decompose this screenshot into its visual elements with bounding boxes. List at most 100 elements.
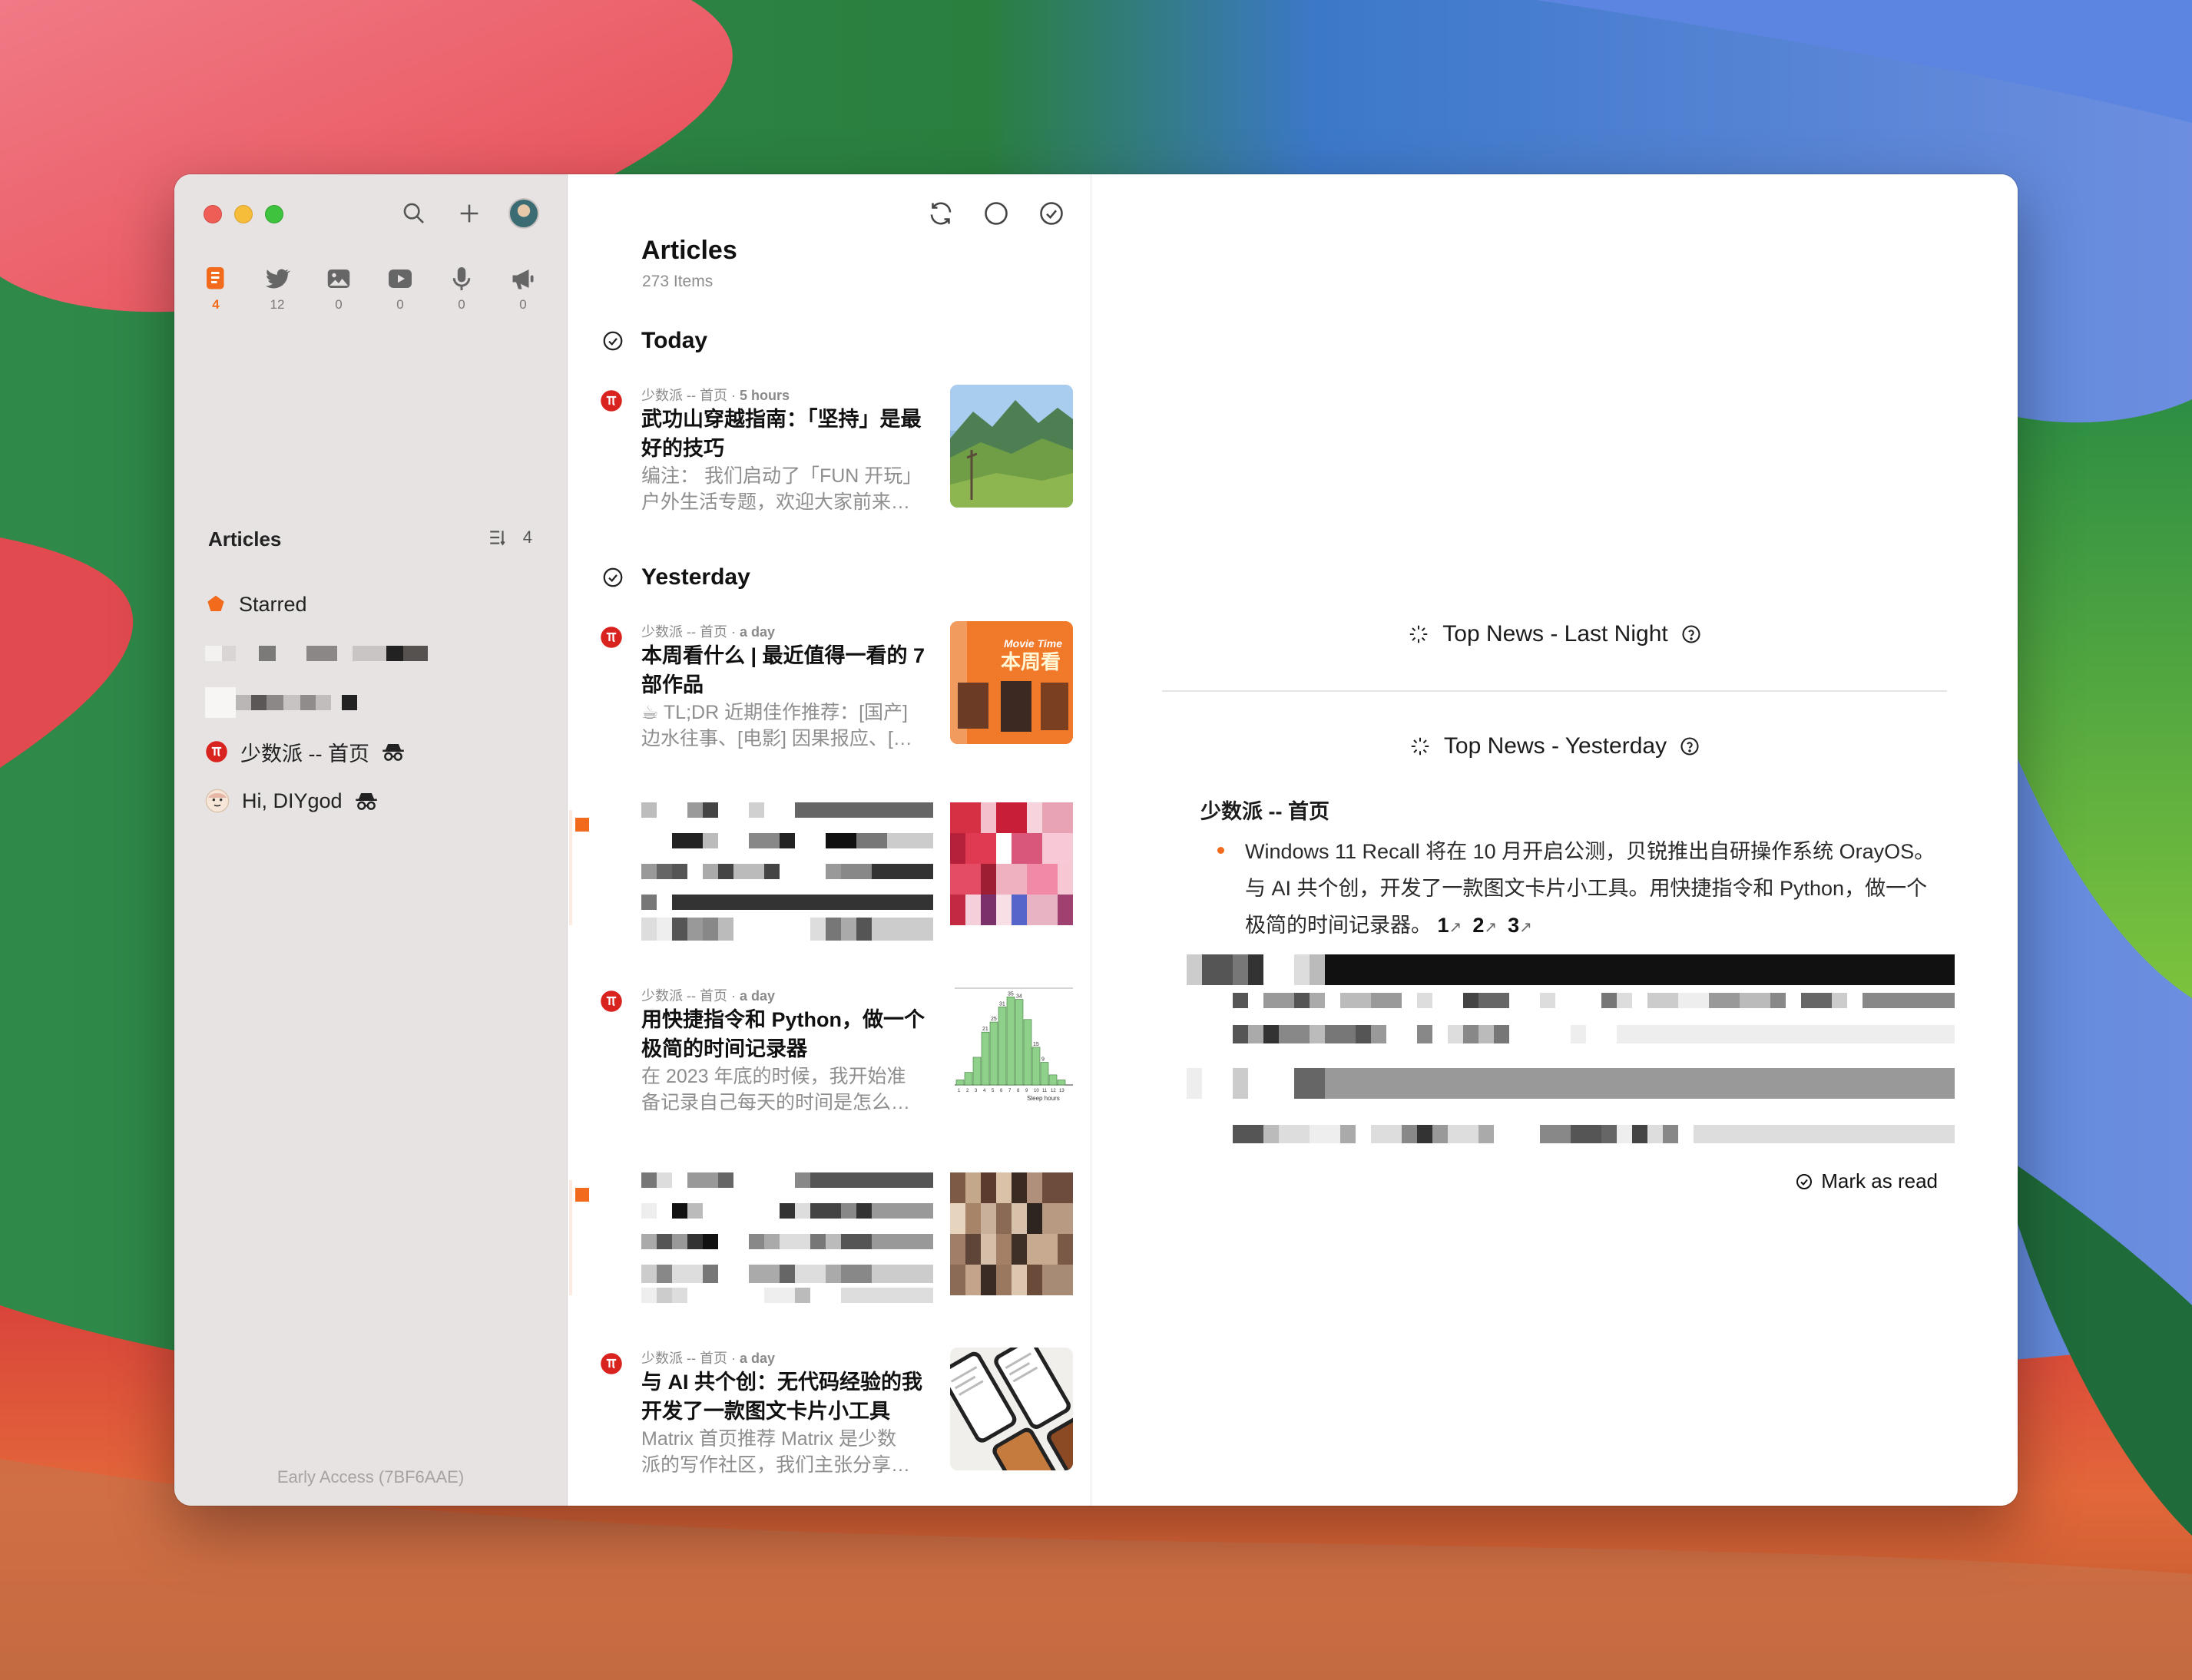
histogram-bar-label: 15 <box>1033 1042 1039 1047</box>
check-circle-icon <box>1796 1173 1813 1189</box>
search-button[interactable] <box>398 197 430 230</box>
avatar[interactable] <box>508 198 539 229</box>
histogram-bar <box>998 1007 1007 1086</box>
top-news-last-night-header[interactable]: Top News - Last Night <box>1091 621 2018 647</box>
circle-icon <box>985 202 1008 225</box>
sidebar-item-starred[interactable]: Starred <box>205 580 543 629</box>
view-audio[interactable]: 0 <box>445 265 478 313</box>
histogram-thumbnail: 1 2 3214255316357348 91510911 12 13 Sleep hou… <box>955 987 1073 1102</box>
histogram-tick-label: 11 <box>1042 1089 1048 1093</box>
zoom-window-button[interactable] <box>265 205 283 223</box>
list-bullet <box>1217 847 1224 854</box>
entry-meta: 少数派 -- 首页 · a day <box>641 1351 776 1366</box>
group-header-yesterday[interactable]: Yesterday <box>601 564 750 590</box>
window-controls <box>204 205 283 223</box>
sidebar-item-diygod[interactable]: Hi, DIYgod <box>205 776 543 825</box>
entry-meta: 少数派 -- 首页 · 5 hours <box>641 388 790 403</box>
list-title: Articles <box>641 236 737 265</box>
histogram-bar <box>1023 1019 1032 1086</box>
histogram-xlabel: Sleep hours <box>1027 1095 1060 1102</box>
top-news-title: Top News - Yesterday <box>1443 733 1667 759</box>
top-news-title: Top News - Last Night <box>1442 621 1668 647</box>
entry-title: 本周看什么 | 最近值得一看的 7 部作品 <box>641 644 925 696</box>
view-social[interactable]: 12 <box>260 265 294 313</box>
close-window-button[interactable] <box>204 205 222 223</box>
redacted-feed-item[interactable] <box>205 678 543 727</box>
histogram-bar <box>1048 1074 1058 1086</box>
histogram-bar-label: 25 <box>991 1017 997 1022</box>
list-filter-icon[interactable] <box>488 527 508 547</box>
histogram-bar-label: 35 <box>1008 991 1014 997</box>
svg-text:Movie Time: Movie Time <box>1004 637 1062 650</box>
redacted-article-entry[interactable] <box>568 1165 1091 1311</box>
sparkle-icon <box>1411 737 1429 756</box>
reference-link[interactable]: 3 <box>1508 914 1519 937</box>
article-entry[interactable]: 少数派 -- 首页 · 5 hours 武功山穿越指南：「坚持」是最好的技巧 编… <box>568 385 1091 523</box>
view-count: 0 <box>396 297 404 312</box>
redacted-feed-item[interactable] <box>205 629 543 678</box>
svg-text:本周看: 本周看 <box>1001 651 1061 674</box>
histogram-bar <box>1015 999 1024 1086</box>
view-count: 12 <box>270 297 285 312</box>
add-feed-button[interactable] <box>453 197 485 230</box>
show-unread-button[interactable] <box>980 197 1012 230</box>
entry-thumbnail: Movie Time 本周看 <box>950 621 1073 744</box>
incognito-icon <box>382 744 404 761</box>
histogram-bar <box>1057 1080 1066 1086</box>
histogram-tick-label: 2 <box>966 1089 969 1093</box>
sspai-logo-icon <box>206 741 227 762</box>
sspai-logo-icon <box>601 390 622 412</box>
view-count: 4 <box>212 297 220 312</box>
reference-link[interactable]: 1 <box>1438 914 1449 937</box>
entry-title: 用快捷指令和 Python，做一个极简的时间记录器 <box>641 1008 925 1060</box>
article-list: Articles 273 Items Today 少数派 -- 首页 · 5 h… <box>568 174 1091 1506</box>
histogram-tick-label: 9 <box>1025 1089 1028 1093</box>
view-pictures[interactable]: 0 <box>322 265 356 313</box>
histogram-bar-label: 31 <box>999 1001 1005 1007</box>
summary-news-item: Windows 11 Recall 将在 10 月开启公测，贝锐推出自研操作系统… <box>1245 833 1936 946</box>
sparkle-icon <box>1410 625 1428 643</box>
unread-count: 4 <box>522 527 532 547</box>
article-entry[interactable]: 少数派 -- 首页 · a day 与 AI 共个创：无代码经验的我开发了一款图… <box>568 1348 1091 1486</box>
sidebar-item-label: Starred <box>239 592 307 616</box>
section-divider <box>1162 690 1947 692</box>
external-link-icon: ↗ <box>1484 919 1498 936</box>
view-notifications[interactable]: 0 <box>506 265 540 313</box>
sidebar: 4 12 0 0 0 0 Articles 4 Starred 少数派 -- 首… <box>174 174 568 1506</box>
group-label: Yesterday <box>641 564 750 590</box>
top-news-yesterday-header[interactable]: Top News - Yesterday <box>1091 733 2018 759</box>
sidebar-item-sspai[interactable]: 少数派 -- 首页 <box>205 727 543 776</box>
histogram-tick-label: 13 <box>1059 1089 1065 1093</box>
histogram-tick-label: 10 <box>1034 1089 1039 1093</box>
redacted-summary-block <box>1187 954 1955 1185</box>
histogram-bar <box>964 1072 973 1086</box>
histogram-bar <box>989 1021 998 1086</box>
summary-feed-name: 少数派 -- 首页 <box>1200 800 1329 823</box>
reference-link[interactable]: 2 <box>1472 914 1484 937</box>
histogram-tick-label: 1 <box>958 1089 961 1093</box>
mark-as-read-button[interactable]: Mark as read <box>1795 1169 1938 1193</box>
minimize-window-button[interactable] <box>234 205 253 223</box>
plus-icon <box>460 204 478 223</box>
refresh-button[interactable] <box>925 197 957 230</box>
view-articles[interactable]: 4 <box>199 265 233 313</box>
group-header-today[interactable]: Today <box>601 328 707 354</box>
view-videos[interactable]: 0 <box>383 265 417 313</box>
entry-thumbnail: 1 2 3 21 4 25 5 31 6 35 7 34 8 9 15 10 9 11 12 13 Sleep hou… <box>950 985 1073 1108</box>
article-entry[interactable]: 少数派 -- 首页 · a day 用快捷指令和 Python，做一个极简的时间… <box>568 985 1091 1123</box>
entry-title: 与 AI 共个创：无代码经验的我开发了一款图文卡片小工具 <box>641 1371 923 1423</box>
article-entry[interactable]: 少数派 -- 首页 · a day 本周看什么 | 最近值得一看的 7 部作品 … <box>568 621 1091 759</box>
view-count: 0 <box>458 297 465 312</box>
sidebar-item-label: 少数派 -- 首页 <box>240 742 369 766</box>
help-icon[interactable] <box>1679 736 1700 757</box>
entry-summary: ☕ TL;DR 近期佳作推荐：[国产] 边水往事、[电影] 因果报应、[… <box>641 702 912 749</box>
check-circle-icon <box>603 567 623 587</box>
help-icon[interactable] <box>1680 623 1702 645</box>
mark-all-read-button[interactable] <box>1035 197 1068 230</box>
histogram-tick-label: 6 <box>1000 1089 1003 1093</box>
histogram-tick-label: 8 <box>1017 1089 1020 1093</box>
incognito-icon <box>355 793 377 810</box>
redacted-article-entry[interactable] <box>568 795 1091 941</box>
external-link-icon: ↗ <box>1449 919 1462 936</box>
check-circle-icon <box>1040 202 1063 225</box>
